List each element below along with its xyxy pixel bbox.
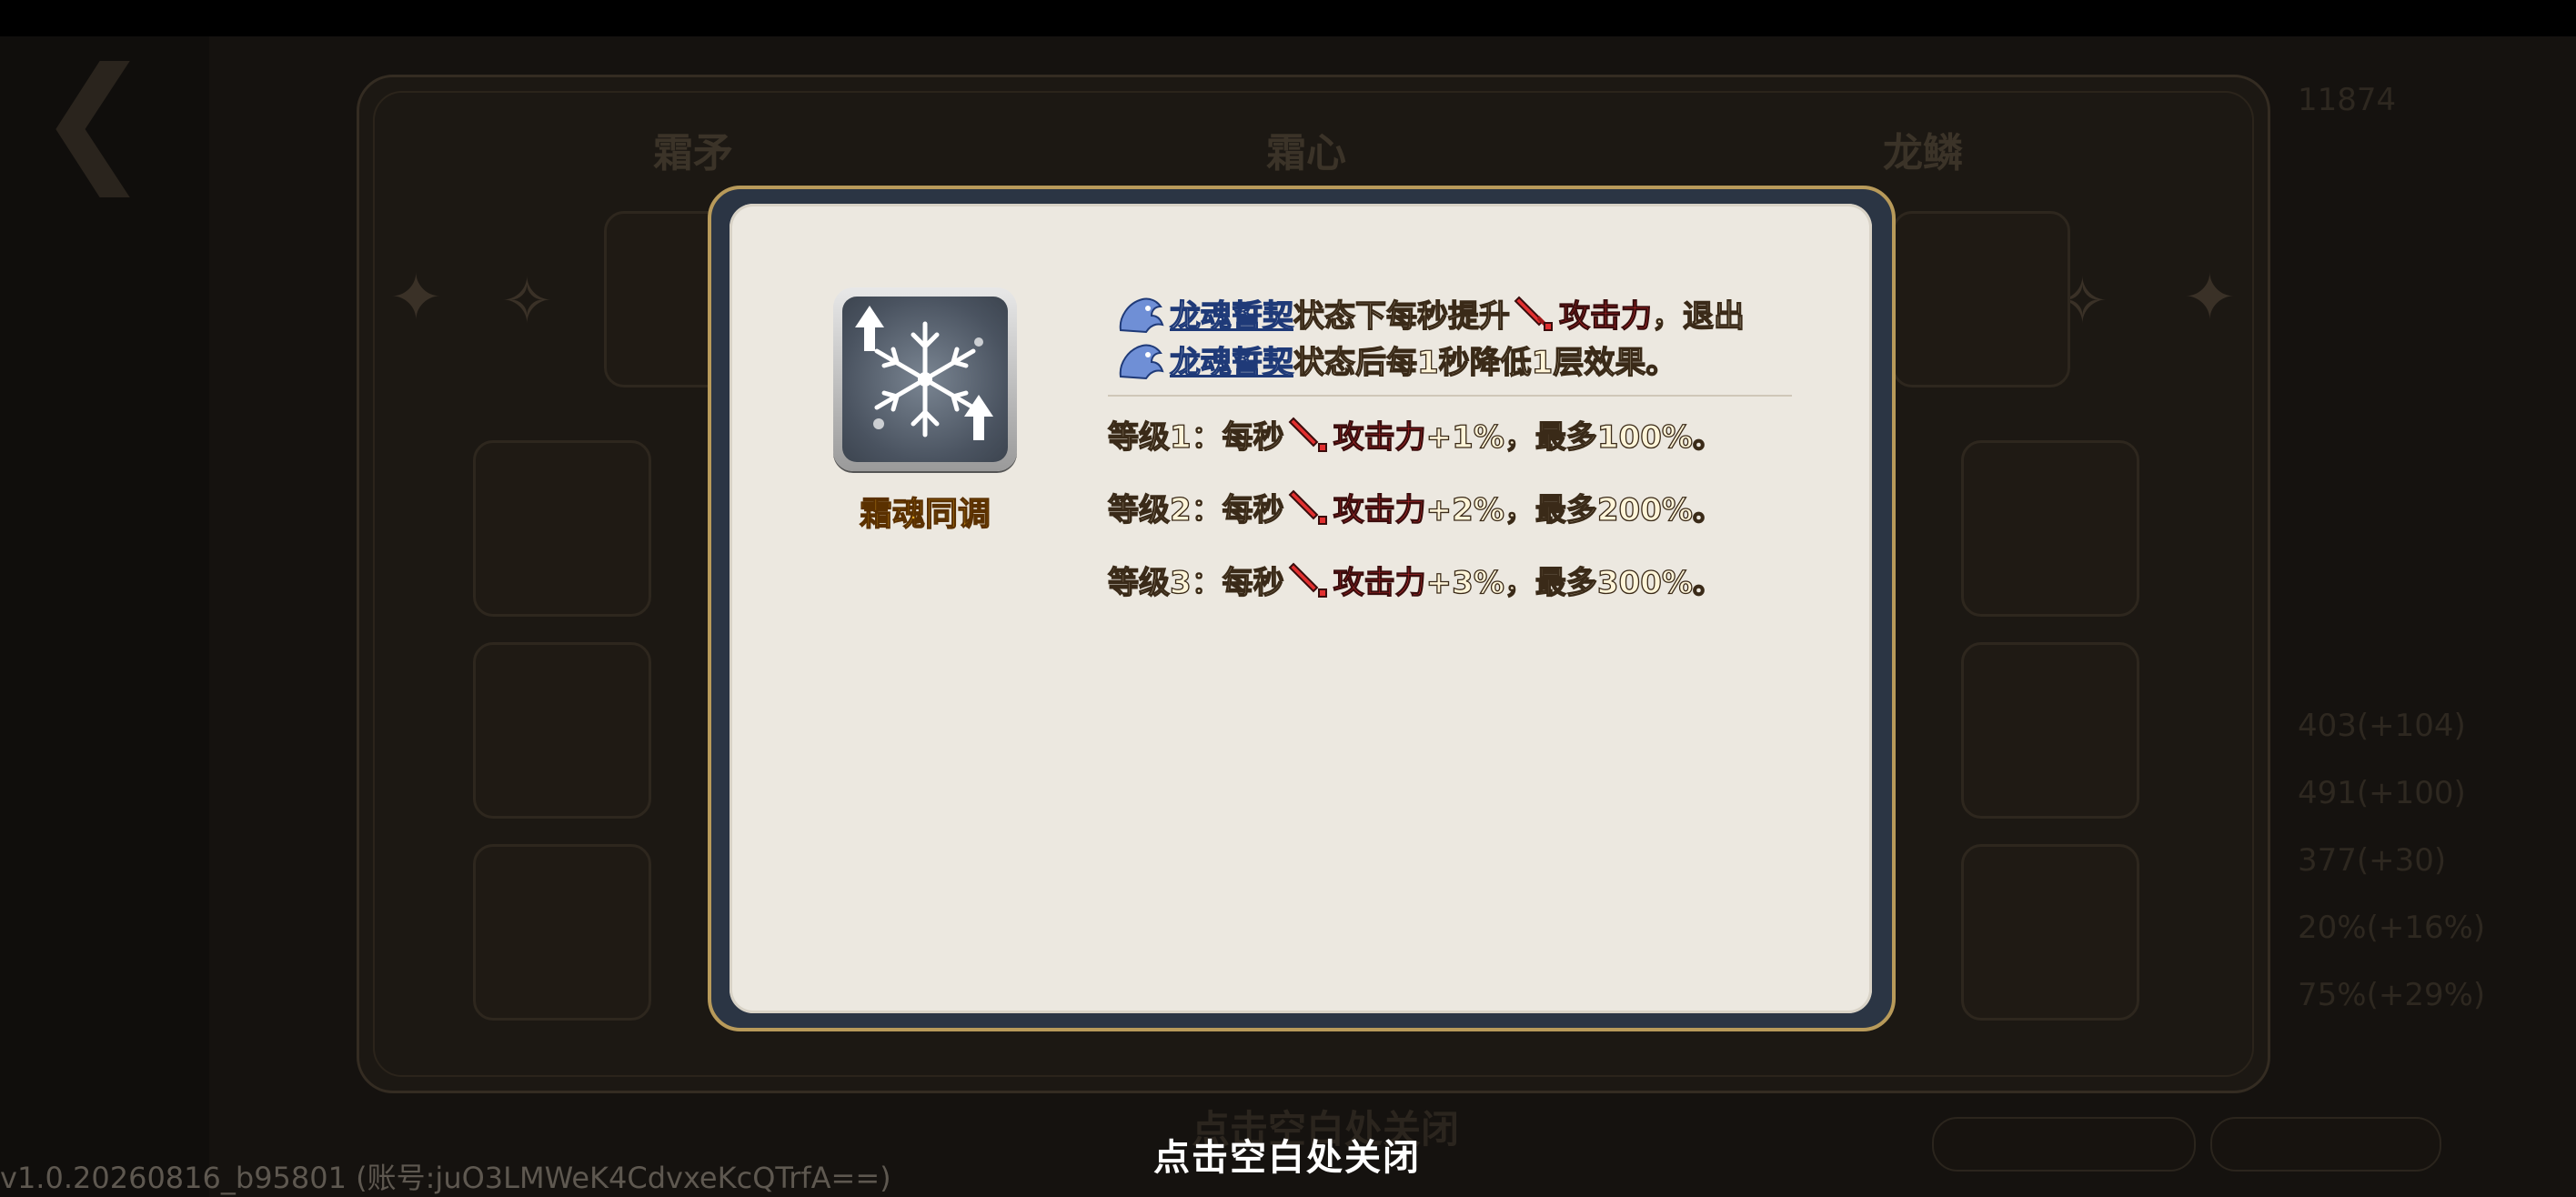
bg-stat-value: 491(+100) — [2298, 775, 2466, 811]
level-prefix: 等级1：每秒 — [1107, 418, 1284, 456]
dragon-oath-link[interactable]: 龙魂誓契 — [1169, 337, 1293, 382]
top-black-bar — [0, 0, 2576, 36]
level-suffix: +2%，最多200%。 — [1425, 491, 1725, 528]
stat-attack: 攻击力 — [1333, 491, 1426, 528]
talent-slot-right-2[interactable] — [1961, 642, 2139, 819]
level-1-line: 等级1：每秒 攻击力 +1%，最多100%。 — [1107, 411, 1725, 457]
desc-text: 状态下每秒提升 — [1293, 297, 1510, 335]
talent-slot-top-right[interactable] — [1892, 211, 2070, 387]
skill-name: 霜魂同调 — [859, 495, 991, 533]
attack-sword-icon — [1288, 489, 1327, 525]
bg-bottom-button — [2210, 1117, 2441, 1172]
dragon-soul-icon — [1119, 344, 1164, 380]
bg-stat-value: 403(+104) — [2298, 708, 2466, 744]
sparkle-icon: ✧ — [500, 264, 554, 338]
sparkle-icon: ✦ — [2183, 260, 2237, 335]
desc-text: ，退出 — [1651, 297, 1745, 335]
dragon-oath-link[interactable]: 龙魂誓契 — [1169, 291, 1293, 336]
level-2-line: 等级2：每秒 攻击力 +2%，最多200%。 — [1107, 484, 1725, 529]
sparkle-icon: ✦ — [389, 260, 443, 335]
description-divider — [1108, 395, 1792, 397]
talent-slot-left-1[interactable] — [473, 440, 651, 617]
skill-description-line-2: 龙魂誓契 状态后每1秒降低1层效果。 — [1115, 337, 1677, 382]
tap-to-close-hint[interactable]: 点击空白处关闭 — [1153, 1128, 1421, 1181]
talent-slot-left-2[interactable] — [473, 642, 651, 819]
desc-text: 状态后每1秒降低1层效果。 — [1293, 344, 1677, 381]
level-3-line: 等级3：每秒 攻击力 +3%，最多300%。 — [1107, 557, 1725, 602]
level-suffix: +1%，最多100%。 — [1425, 418, 1725, 456]
column-title-dragon-scale: 龙鳞 — [1883, 130, 1963, 176]
bg-bottom-button — [1932, 1117, 2196, 1172]
skill-description-line-1: 龙魂誓契 状态下每秒提升 攻击力 ，退出 — [1115, 290, 1746, 336]
level-prefix: 等级2：每秒 — [1107, 491, 1284, 528]
bg-stat-value: 11874 — [2298, 82, 2397, 118]
bg-stat-value: 377(+30) — [2298, 842, 2447, 879]
bg-stat-value: 75%(+29%) — [2298, 977, 2486, 1013]
stat-attack: 攻击力 — [1333, 418, 1426, 456]
attack-sword-icon — [1288, 562, 1327, 598]
level-prefix: 等级3：每秒 — [1107, 564, 1284, 601]
level-suffix: +3%，最多300%。 — [1425, 564, 1725, 601]
column-title-frost-heart: 霜心 — [1266, 130, 1346, 176]
stat-attack: 攻击力 — [1558, 297, 1652, 335]
talent-slot-right-3[interactable] — [1961, 844, 2139, 1021]
talent-slot-right-1[interactable] — [1961, 440, 2139, 617]
column-title-frost-spear: 霜矛 — [653, 130, 733, 176]
stat-attack: 攻击力 — [1333, 564, 1426, 601]
back-arrow-icon: ❮ — [36, 39, 151, 197]
version-label: v1.0.20260816_b95801 (账号:juO3LMWeK4Cdvxe… — [0, 1161, 891, 1195]
snowflake-arrows-icon — [833, 287, 1017, 471]
attack-sword-icon — [1514, 296, 1553, 331]
attack-sword-icon — [1288, 417, 1327, 452]
talent-slot-left-3[interactable] — [473, 844, 651, 1021]
bg-stat-value: 20%(+16%) — [2298, 910, 2486, 946]
background-left-panel — [0, 36, 209, 1197]
dragon-soul-icon — [1119, 297, 1164, 334]
